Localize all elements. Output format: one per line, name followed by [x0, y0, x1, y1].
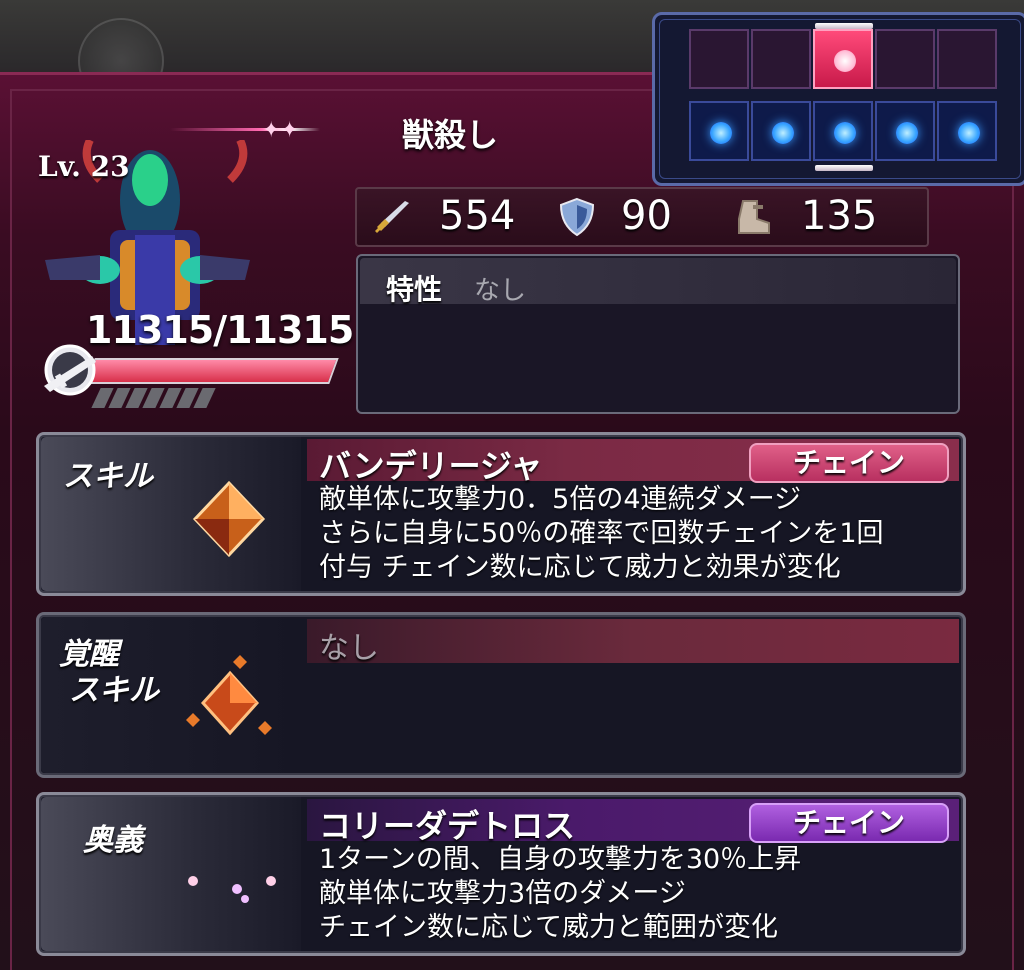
ally-position-dot: [896, 122, 918, 144]
enemy-slot: [875, 29, 935, 89]
crescent-moon-icon: [188, 849, 276, 914]
enemy-slot: [689, 29, 749, 89]
gun-weapon-icon: [44, 344, 96, 396]
trait-panel: 特性 なし: [356, 254, 960, 414]
ally-slot: [813, 101, 873, 161]
awaken-skill-panel[interactable]: 覚醒 スキル なし: [36, 612, 966, 778]
ougi-desc-line: 1ターンの間、自身の攻撃力を30％上昇: [319, 844, 802, 875]
sp-gauge: [91, 388, 216, 408]
hp-bar-fill: [87, 360, 337, 382]
enemy-slot: [751, 29, 811, 89]
trait-label: 特性: [386, 273, 443, 306]
ougi-desc-line: チェイン数に応じて威力と範囲が変化: [319, 912, 778, 943]
formation-grid[interactable]: [652, 12, 1024, 186]
trait-header: [360, 258, 956, 304]
unit-name: 獣殺し: [402, 116, 499, 154]
skill-label: スキル: [63, 459, 153, 494]
ougi-chain-badge: チェイン: [749, 803, 949, 843]
ally-slot: [937, 101, 997, 161]
skill-desc-line: 敵単体に攻撃力0．5倍の4連続ダメージ: [319, 484, 802, 515]
enemy-slot: [937, 29, 997, 89]
ally-slot: [751, 101, 811, 161]
ally-position-dot: [834, 122, 856, 144]
boot-icon: [738, 200, 770, 234]
skill-chain-badge: チェイン: [749, 443, 949, 483]
awaken-label-line1: 覚醒: [59, 637, 119, 672]
enemy-position-dot: [834, 50, 856, 72]
skill-name: バンデリージャ: [319, 447, 543, 485]
ougi-name: コリーダデトロス: [319, 807, 576, 845]
ougi-desc-line: 敵単体に攻撃力3倍のダメージ: [319, 878, 686, 909]
enemy-slot: [813, 29, 873, 89]
ally-position-dot: [772, 122, 794, 144]
hp-bar: [85, 358, 339, 384]
hp-value: 11315/11315: [86, 308, 354, 352]
awaken-label-line2: スキル: [69, 673, 159, 708]
skill-gem-icon: [192, 480, 266, 558]
shield-icon: [559, 197, 595, 237]
skill-desc-line: 付与 チェイン数に応じて威力と効果が変化: [319, 552, 841, 583]
unit-level: Lv. 23: [38, 150, 130, 183]
ally-position-dot: [710, 122, 732, 144]
speed-value: 135: [801, 193, 878, 239]
stats-bar: 554 90 135: [355, 187, 929, 247]
ally-slot: [875, 101, 935, 161]
ougi-label: 奥義: [83, 823, 143, 858]
trait-value: なし: [474, 276, 527, 306]
ally-slot: [689, 101, 749, 161]
attack-value: 554: [439, 193, 516, 239]
skill-desc-line: さらに自身に50％の確率で回数チェインを1回: [319, 518, 884, 549]
defense-value: 90: [621, 193, 672, 239]
skill-description: 敵単体に攻撃力0．5倍の4連続ダメージ さらに自身に50％の確率で回数チェインを…: [319, 483, 884, 585]
ougi-description: 1ターンの間、自身の攻撃力を30％上昇 敵単体に攻撃力3倍のダメージ チェイン数…: [319, 843, 801, 945]
skill-panel[interactable]: スキル バンデリージャ チェイン 敵単体に攻撃力0．5倍の4連続ダメージ さらに…: [36, 432, 966, 596]
ougi-panel[interactable]: 奥義 コリーダデトロス チェイン 1ターンの間、自身の攻撃力を30％上昇 敵単体…: [36, 792, 966, 956]
ally-position-dot: [958, 122, 980, 144]
awaken-value: なし: [319, 631, 379, 666]
sword-icon: [375, 201, 409, 233]
awaken-header: [307, 619, 959, 663]
awaken-gem-icon: [186, 655, 272, 736]
formation-marker-bottom: [815, 165, 873, 171]
